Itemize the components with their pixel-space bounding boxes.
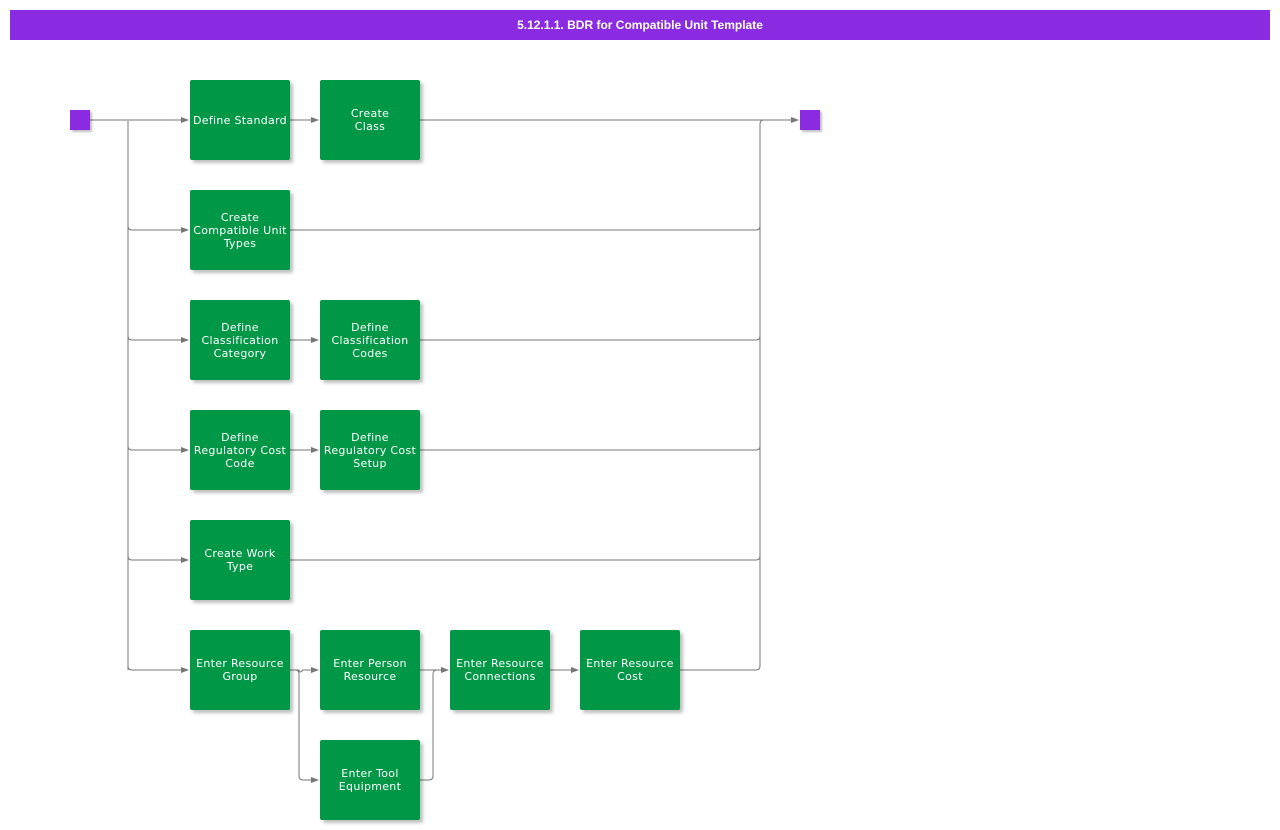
step-define-regulatory-cost-code[interactable]: Define Regulatory Cost Code <box>190 410 290 490</box>
step-define-standard[interactable]: Define Standard <box>190 80 290 160</box>
end-node[interactable] <box>800 110 820 130</box>
edge-group-tool <box>290 669 319 783</box>
edge-compatible-unit-types-end <box>290 225 761 231</box>
edge-classification-codes-end <box>420 335 761 341</box>
edge-start-regulatory-cost-code <box>127 445 189 453</box>
step-define-classification-category[interactable]: Define Classification Category <box>190 300 290 380</box>
step-create-class[interactable]: Create Class <box>320 80 420 160</box>
edge-work-type-end <box>290 555 761 561</box>
step-enter-person-resource[interactable]: Enter Person Resource <box>320 630 420 710</box>
step-enter-resource-cost[interactable]: Enter Resource Cost <box>580 630 680 710</box>
start-node[interactable] <box>70 110 90 130</box>
edge-start-compatible-unit-types <box>127 225 189 233</box>
step-create-work-type[interactable]: Create Work Type <box>190 520 290 600</box>
edge-start-resource-group <box>127 665 189 673</box>
step-define-regulatory-cost-setup[interactable]: Define Regulatory Cost Setup <box>320 410 420 490</box>
step-enter-resource-connections[interactable]: Enter Resource Connections <box>450 630 550 710</box>
edge-regulatory-cost-setup-end <box>420 445 761 451</box>
edge-tool-connections <box>420 669 438 781</box>
edge-resource-cost-end <box>680 665 761 671</box>
edge-start-classification-category <box>127 335 189 343</box>
step-enter-resource-group[interactable]: Enter Resource Group <box>190 630 290 710</box>
step-define-classification-codes[interactable]: Define Classification Codes <box>320 300 420 380</box>
edge-start-create-work-type <box>127 555 189 563</box>
join-trunk <box>759 119 765 666</box>
step-create-compatible-unit-types[interactable]: Create Compatible Unit Types <box>190 190 290 270</box>
step-enter-tool-equipment[interactable]: Enter Tool Equipment <box>320 740 420 820</box>
